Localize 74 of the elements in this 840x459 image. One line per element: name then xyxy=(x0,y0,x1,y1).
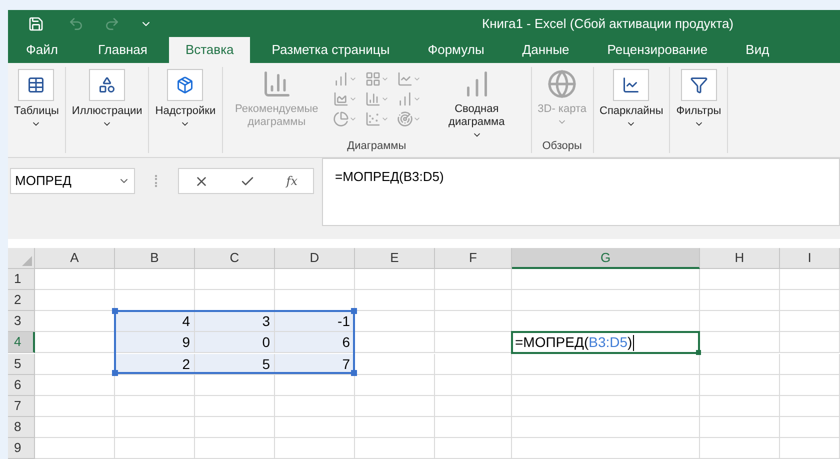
table-cell xyxy=(780,438,840,459)
table-cell: 3 xyxy=(195,311,275,332)
chart-type-icon[interactable] xyxy=(332,71,357,88)
chart-type-icon[interactable] xyxy=(396,111,421,128)
ribbon-button[interactable]: Таблицы xyxy=(10,67,63,130)
ribbon-tab[interactable]: Данные xyxy=(506,37,586,64)
shapes-icon xyxy=(89,69,126,102)
chart-type-icon[interactable] xyxy=(332,91,357,108)
table-icon xyxy=(18,69,54,102)
table-cell: 0 xyxy=(195,332,275,353)
column-header[interactable]: E xyxy=(355,248,435,269)
ribbon-tab[interactable]: Рецензирование xyxy=(591,37,724,64)
column-header[interactable]: D xyxy=(275,248,355,269)
column-header[interactable]: C xyxy=(195,248,275,269)
table-cell xyxy=(780,396,840,417)
ribbon-tab[interactable]: Вставка xyxy=(169,37,250,64)
sparkline-icon xyxy=(613,69,650,102)
ribbon-button[interactable]: Иллюстрации xyxy=(68,67,146,130)
ribbon-tab[interactable]: Формулы xyxy=(412,37,500,64)
ribbon-tab[interactable]: Главная xyxy=(82,37,164,64)
filter-icon xyxy=(680,69,717,102)
formula-bar[interactable]: =МОПРЕД(B3:D5) xyxy=(322,158,840,226)
table-cell xyxy=(780,417,840,438)
group-label: Диаграммы xyxy=(346,140,408,154)
insert-function-button[interactable]: fx xyxy=(286,172,298,190)
ribbon-button[interactable]: Надстройки xyxy=(151,67,220,130)
table-cell xyxy=(780,375,840,396)
ribbon-tab[interactable]: Разметка страницы xyxy=(256,37,406,64)
table-cell: 9 xyxy=(115,332,195,353)
row-header[interactable]: 3 xyxy=(8,311,35,332)
addin-icon xyxy=(167,69,204,102)
ribbon-button[interactable]: Спарклайны xyxy=(596,67,668,130)
table-cell xyxy=(780,311,840,332)
chart-type-icon[interactable] xyxy=(332,111,357,128)
table-cell: 4 xyxy=(115,311,195,332)
table-cell: 6 xyxy=(275,332,355,353)
row-header[interactable]: 2 xyxy=(8,290,35,311)
select-all-corner[interactable] xyxy=(8,248,35,269)
chart-type-icon[interactable] xyxy=(364,71,389,88)
column-header[interactable]: I xyxy=(780,248,840,269)
ribbon-button[interactable]: Фильтры xyxy=(672,67,726,130)
window-title: Книга1 - Excel (Сбой активации продукта) xyxy=(482,14,734,33)
column-header[interactable]: H xyxy=(700,248,780,269)
chart-type-icon[interactable] xyxy=(364,111,389,128)
chart-type-icon[interactable] xyxy=(396,91,421,108)
table-cell: -1 xyxy=(275,311,355,332)
ribbon-tab[interactable]: Вид xyxy=(730,37,786,64)
column-header[interactable]: A xyxy=(35,248,115,269)
ribbon-button[interactable]: Сводная диаграмма xyxy=(424,67,529,140)
column-header[interactable]: B xyxy=(115,248,195,269)
table-cell xyxy=(780,290,840,311)
column-header[interactable]: G xyxy=(512,248,700,269)
name-box[interactable]: МОПРЕД xyxy=(10,168,135,194)
save-icon[interactable] xyxy=(28,16,44,32)
row-header[interactable]: 4 xyxy=(8,332,35,353)
active-cell[interactable]: =МОПРЕД(B3:D5) xyxy=(511,331,700,354)
column-header[interactable]: F xyxy=(435,248,512,269)
row-header[interactable]: 1 xyxy=(8,269,35,290)
row-header[interactable]: 9 xyxy=(8,438,35,459)
group-label: Обзоры xyxy=(541,140,583,154)
chart-type-icon[interactable] xyxy=(396,71,421,88)
text-cursor xyxy=(633,334,634,350)
chart-type-icon[interactable] xyxy=(364,91,389,108)
table-cell: 5 xyxy=(195,354,275,375)
fill-handle[interactable] xyxy=(696,350,701,355)
row-header[interactable]: 8 xyxy=(8,417,35,438)
row-header[interactable]: 5 xyxy=(8,354,35,375)
chart-icon xyxy=(262,69,292,100)
row-header[interactable]: 6 xyxy=(8,375,35,396)
globe-icon xyxy=(547,69,578,100)
more-icon xyxy=(155,175,158,188)
row-header[interactable]: 7 xyxy=(8,396,35,417)
ribbon-tab[interactable]: Файл xyxy=(8,37,76,64)
table-cell xyxy=(780,269,840,290)
